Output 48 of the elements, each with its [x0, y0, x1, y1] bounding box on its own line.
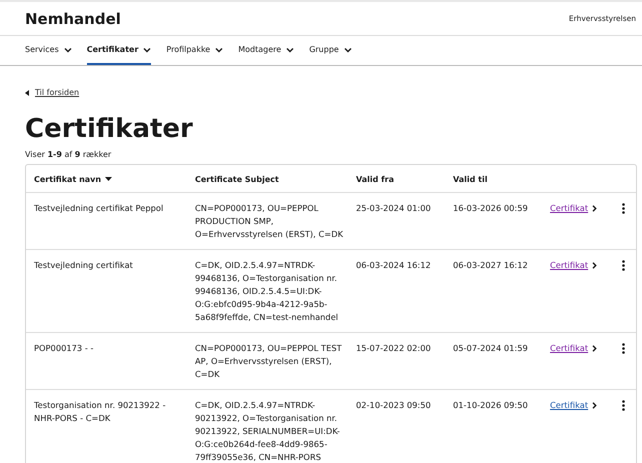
table-cell-text: 06-03-2024 16:12	[356, 258, 432, 272]
column-header: Valid fra	[356, 174, 395, 184]
table-cell-text: 05-07-2024 01:59	[453, 342, 529, 354]
table-cell-text: 02-10-2023 09:50	[356, 398, 432, 412]
site-title: Nemhandel	[25, 10, 121, 28]
table-cell-text: CN=POP000173, OU=PEPPOL TEST AP, O=Erhvervsstyrelsen (ERST), C=DK	[195, 342, 343, 380]
nav-tab[interactable]: Certifikater	[86, 36, 152, 65]
nav-tab[interactable]: Services	[25, 36, 72, 65]
chevron-right-icon	[592, 344, 598, 352]
table-cell-text: 25-03-2024 01:00	[356, 202, 432, 214]
table-cell-text: 15-07-2022 02:00	[356, 342, 432, 354]
more-options-button[interactable]	[620, 202, 626, 214]
sort-down-icon	[105, 177, 112, 181]
table-cell-text: POP000173 - -	[34, 342, 94, 354]
table-cell-text: 16-03-2026 00:59	[453, 202, 529, 214]
certificate-link[interactable]: Certifikat	[550, 258, 588, 272]
table-cell-text: Testvejledning certifikat Peppol	[34, 202, 164, 215]
page-heading: Certifikater	[25, 114, 194, 144]
more-options-button[interactable]	[620, 398, 626, 412]
nav-tab[interactable]: Profilpakke	[166, 36, 224, 65]
more-options-button[interactable]	[620, 258, 626, 272]
chevron-right-icon	[592, 262, 598, 268]
table-cell-text: C=DK, OID.2.5.4.97=NTRDK-90213922, O=Testorganisation nr. 90213922, SERIALNUMBER=UI:DK-O:G:ce0b264d-fee8-4dd9-9865-79ff39055e36, CN=NHR-PORS	[195, 398, 341, 463]
chevron-right-icon	[592, 204, 598, 212]
row-count-text: Viser 1-9 af 9 rækker	[25, 150, 112, 158]
certificate-link[interactable]: Certifikat	[550, 342, 588, 354]
certificate-link[interactable]: Certifikat	[550, 202, 588, 214]
chevron-down-icon	[64, 46, 72, 52]
table-cell-text: Testorganisation nr. 90213922 - NHR-PORS - C=DK	[34, 398, 167, 424]
more-options-button[interactable]	[620, 342, 626, 354]
chevron-down-icon	[344, 46, 352, 52]
back-link[interactable]: Til forsiden	[25, 88, 80, 97]
nav-tab[interactable]: Gruppe	[309, 36, 352, 65]
sortable-column-header[interactable]: Certifikat navn	[34, 174, 195, 184]
table-cell-text: Testvejledning certifikat	[34, 258, 134, 272]
column-header: Valid til	[453, 174, 488, 184]
chevron-down-icon	[143, 46, 152, 52]
table-cell-text: 01-10-2026 09:50	[453, 398, 529, 412]
certificate-link[interactable]: Certifikat	[550, 398, 588, 412]
chevron-down-icon	[215, 46, 224, 52]
table-cell-text: 06-03-2027 16:12	[453, 258, 529, 272]
table-cell-text: C=DK, OID.2.5.4.97=NTRDK-99468136, O=Testorganisation nr. 99468136, OID.2.5.4.5=UI:DK-O:G:ebfc0d95-9b4a-4212-9a5b-5a68f9feffde, CN=test-nemhandel	[195, 258, 340, 324]
table-cell-text: CN=POP000173, OU=PEPPOL PRODUCTION SMP, O=Erhvervsstyrelsen (ERST), C=DK	[195, 202, 344, 241]
back-caret-icon	[25, 90, 29, 96]
nav-tab[interactable]: Modtagere	[238, 36, 294, 65]
column-header: Certificate Subject	[195, 174, 280, 184]
chevron-right-icon	[592, 402, 598, 408]
chevron-down-icon	[286, 46, 294, 52]
